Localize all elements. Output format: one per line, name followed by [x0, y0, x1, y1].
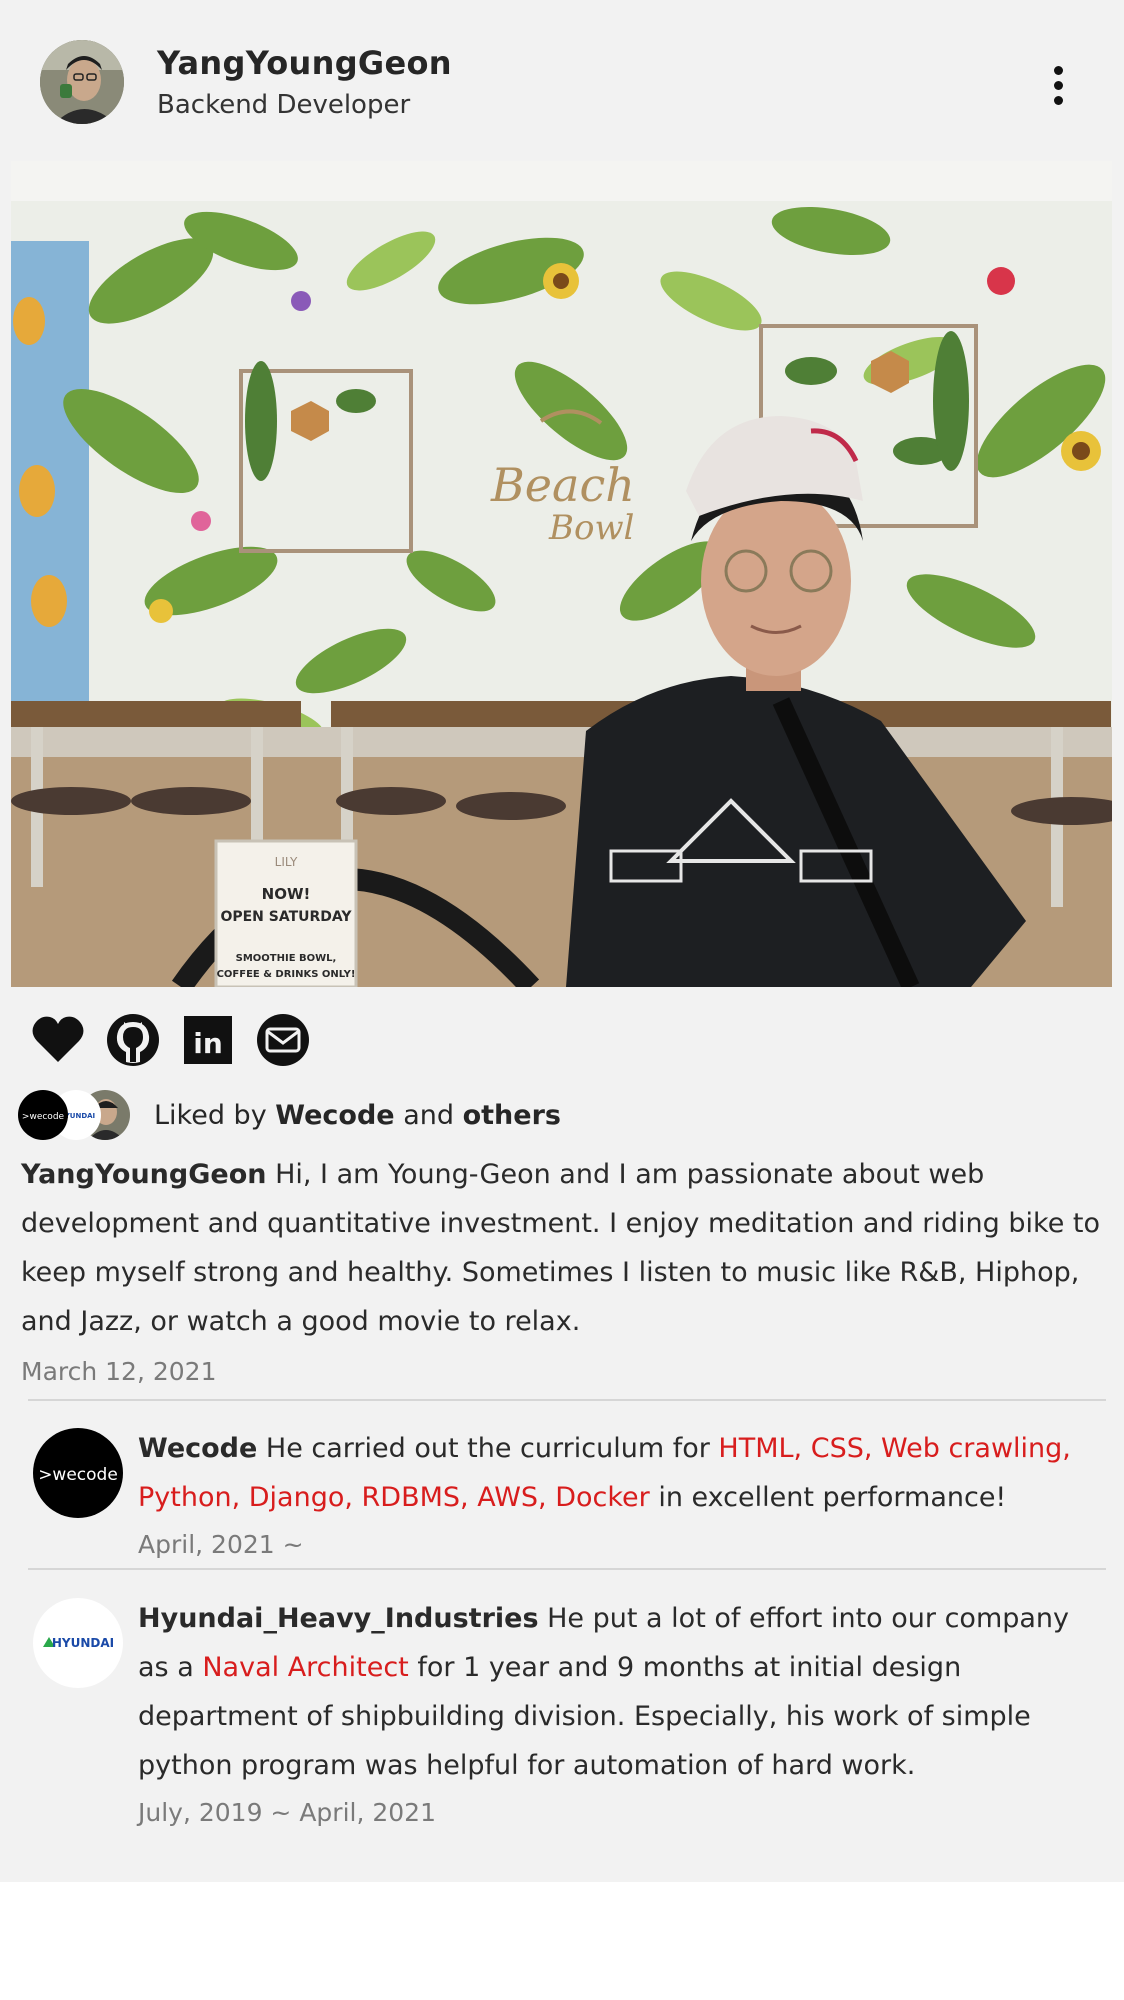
profile-header: YangYoungGeon Backend Developer — [0, 0, 1124, 160]
post-caption: YangYoungGeon Hi, I am Young-Geon and I … — [21, 1150, 1106, 1346]
comment-author[interactable]: Hyundai_Heavy_Industries — [138, 1603, 539, 1634]
comment-wecode: Wecode He carried out the curriculum for… — [138, 1433, 1071, 1513]
liked-by-first[interactable]: Wecode — [275, 1100, 394, 1131]
svg-text:Beach: Beach — [490, 458, 635, 512]
linkedin-icon[interactable]: in — [180, 1012, 236, 1068]
svg-text:NOW!: NOW! — [262, 885, 311, 903]
liked-by-others[interactable]: others — [463, 1100, 561, 1131]
svg-text:in: in — [193, 1027, 223, 1060]
mail-icon[interactable] — [255, 1012, 311, 1068]
profile-role: Backend Developer — [157, 90, 411, 120]
liked-by[interactable]: >wecode HYUNDAI Liked by Wecode and othe… — [18, 1088, 918, 1144]
comment-author[interactable]: Wecode — [138, 1433, 257, 1464]
svg-text:LILY: LILY — [275, 855, 298, 869]
comment-avatar-wecode[interactable]: >wecode — [33, 1428, 123, 1518]
svg-text:>wecode: >wecode — [38, 1465, 118, 1485]
github-icon[interactable] — [105, 1012, 161, 1068]
liked-by-text: Liked by Wecode and others — [154, 1100, 561, 1131]
comment-avatar-hyundai[interactable]: HYUNDAI — [33, 1598, 123, 1688]
svg-text:Bowl: Bowl — [548, 508, 634, 548]
svg-text:OPEN SATURDAY: OPEN SATURDAY — [220, 909, 352, 925]
svg-text:HYUNDAI: HYUNDAI — [52, 1636, 114, 1650]
caption-author[interactable]: YangYoungGeon — [21, 1159, 266, 1190]
comment-hyundai: Hyundai_Heavy_Industries He put a lot of… — [138, 1603, 1070, 1781]
profile-card: YangYoungGeon Backend Developer Beach Bo… — [0, 0, 1124, 1882]
divider — [28, 1568, 1106, 1570]
avatar[interactable] — [40, 40, 124, 124]
profile-name[interactable]: YangYoungGeon — [157, 44, 452, 82]
heart-icon[interactable] — [30, 1012, 86, 1068]
action-icons: in — [30, 1012, 430, 1068]
post-date: March 12, 2021 — [21, 1357, 217, 1386]
more-options-icon[interactable] — [1040, 62, 1080, 110]
comment-date: April, 2021 ~ — [138, 1530, 304, 1559]
divider — [28, 1399, 1106, 1401]
svg-text:>wecode: >wecode — [22, 1112, 65, 1122]
liked-avatar-wecode: >wecode — [18, 1090, 68, 1140]
comment-date: July, 2019 ~ April, 2021 — [138, 1798, 436, 1827]
svg-text:COFFEE & DRINKS ONLY!: COFFEE & DRINKS ONLY! — [217, 969, 356, 980]
comment-highlight: Naval Architect — [202, 1652, 409, 1683]
svg-text:SMOOTHIE BOWL,: SMOOTHIE BOWL, — [236, 953, 337, 964]
post-photo[interactable]: Beach Bowl LILY NOW! OPEN SATURDAY SMOOT… — [11, 161, 1112, 987]
